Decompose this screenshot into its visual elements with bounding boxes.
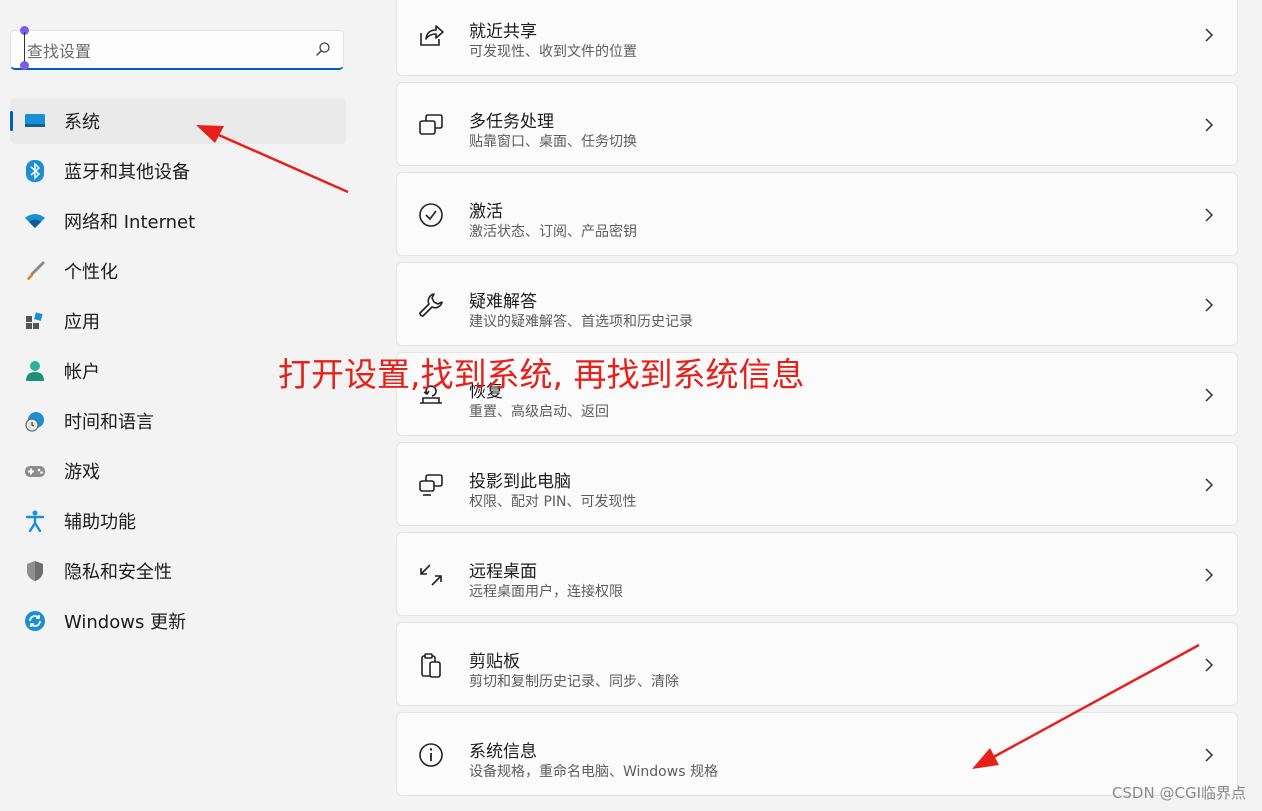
card-subtitle: 设备规格，重命名电脑、Windows 规格 <box>469 764 718 780</box>
card-subtitle: 建议的疑难解答、首选项和历史记录 <box>469 314 693 330</box>
apps-icon <box>24 310 46 332</box>
monitor-icon <box>24 110 46 132</box>
check-circle-icon <box>419 203 443 227</box>
share-icon <box>420 25 444 46</box>
card-subtitle: 贴靠窗口、桌面、任务切换 <box>469 134 637 150</box>
annotation-text: 打开设置,找到系统, 再找到系统信息 <box>278 355 805 394</box>
search-box[interactable] <box>10 30 344 70</box>
update-icon <box>24 610 46 632</box>
wrench-icon <box>419 293 443 317</box>
sidebar-item-label: 游戏 <box>64 462 100 483</box>
watermark: CSDN @CGI临界点 <box>1111 784 1246 802</box>
project-icon <box>419 474 443 496</box>
card-remote-desktop[interactable]: 远程桌面 远程桌面用户，连接权限 <box>396 532 1238 616</box>
wifi-icon <box>24 210 46 232</box>
card-title: 就近共享 <box>469 22 537 42</box>
card-title: 激活 <box>469 202 503 222</box>
sidebar-item-bluetooth[interactable]: 蓝牙和其他设备 <box>10 148 346 194</box>
paintbrush-icon <box>24 260 46 282</box>
sidebar-item-label: 时间和语言 <box>64 412 154 433</box>
card-title: 投影到此电脑 <box>469 472 571 492</box>
sidebar-item-apps[interactable]: 应用 <box>10 298 346 344</box>
card-subtitle: 重置、高级启动、返回 <box>469 404 609 420</box>
bluetooth-icon <box>24 160 46 182</box>
card-title: 多任务处理 <box>469 112 554 132</box>
card-multitasking[interactable]: 多任务处理 贴靠窗口、桌面、任务切换 <box>396 82 1238 166</box>
card-title: 系统信息 <box>469 742 537 762</box>
accessibility-icon <box>24 510 46 532</box>
sidebar-item-personalization[interactable]: 个性化 <box>10 248 346 294</box>
sidebar-item-label: 个性化 <box>64 262 118 283</box>
sidebar-item-privacy[interactable]: 隐私和安全性 <box>10 548 346 594</box>
sidebar-item-network[interactable]: 网络和 Internet <box>10 198 346 244</box>
chevron-right-icon <box>1205 478 1214 492</box>
shield-icon <box>24 560 46 582</box>
gamepad-icon <box>24 460 46 482</box>
chevron-right-icon <box>1205 298 1214 312</box>
sidebar-item-label: Windows 更新 <box>64 612 187 633</box>
sidebar-item-label: 网络和 Internet <box>64 212 196 233</box>
card-subtitle: 权限、配对 PIN、可发现性 <box>469 494 637 510</box>
card-clipboard[interactable]: 剪贴板 剪切和复制历史记录、同步、清除 <box>396 622 1238 706</box>
chevron-right-icon <box>1205 388 1214 402</box>
info-icon <box>419 743 443 767</box>
sidebar-item-windows-update[interactable]: Windows 更新 <box>10 598 346 644</box>
card-subtitle: 远程桌面用户，连接权限 <box>469 584 623 600</box>
multitask-icon <box>419 114 443 135</box>
chevron-right-icon <box>1205 568 1214 582</box>
chevron-right-icon <box>1205 118 1214 132</box>
sidebar-item-label: 帐户 <box>64 362 100 383</box>
card-nearby-sharing[interactable]: 就近共享 可发现性、收到文件的位置 <box>396 0 1238 76</box>
card-subtitle: 剪切和复制历史记录、同步、清除 <box>469 674 679 690</box>
chevron-right-icon <box>1205 28 1214 42</box>
account-icon <box>24 360 46 382</box>
search-icon[interactable] <box>315 41 331 57</box>
card-subtitle: 可发现性、收到文件的位置 <box>469 44 637 60</box>
sidebar-item-system[interactable]: 系统 <box>10 98 346 144</box>
chevron-right-icon <box>1205 658 1214 672</box>
remote-desktop-icon <box>420 564 442 586</box>
sidebar-item-time-language[interactable]: 时间和语言 <box>10 398 346 444</box>
sidebar-item-label: 系统 <box>64 112 100 133</box>
card-title: 远程桌面 <box>469 562 537 582</box>
sidebar-item-label: 辅助功能 <box>64 512 136 533</box>
chevron-right-icon <box>1205 748 1214 762</box>
settings-list: 就近共享 可发现性、收到文件的位置 多任务处理 贴靠窗口、桌面、任务切换 激活 … <box>396 0 1238 802</box>
text-selection-handle-bottom[interactable] <box>20 61 29 70</box>
sidebar-item-label: 蓝牙和其他设备 <box>64 162 190 183</box>
sidebar-item-accessibility[interactable]: 辅助功能 <box>10 498 346 544</box>
card-title: 剪贴板 <box>469 652 520 672</box>
chevron-right-icon <box>1205 208 1214 222</box>
clipboard-icon <box>421 653 441 678</box>
globe-clock-icon <box>24 410 46 432</box>
card-subtitle: 激活状态、订阅、产品密钥 <box>469 224 637 240</box>
card-title: 疑难解答 <box>469 292 537 312</box>
search-input[interactable] <box>25 39 309 63</box>
sidebar-item-label: 隐私和安全性 <box>64 562 172 583</box>
card-project-to-pc[interactable]: 投影到此电脑 权限、配对 PIN、可发现性 <box>396 442 1238 526</box>
sidebar-item-label: 应用 <box>64 312 100 333</box>
sidebar-item-gaming[interactable]: 游戏 <box>10 448 346 494</box>
card-activation[interactable]: 激活 激活状态、订阅、产品密钥 <box>396 172 1238 256</box>
card-troubleshoot[interactable]: 疑难解答 建议的疑难解答、首选项和历史记录 <box>396 262 1238 346</box>
